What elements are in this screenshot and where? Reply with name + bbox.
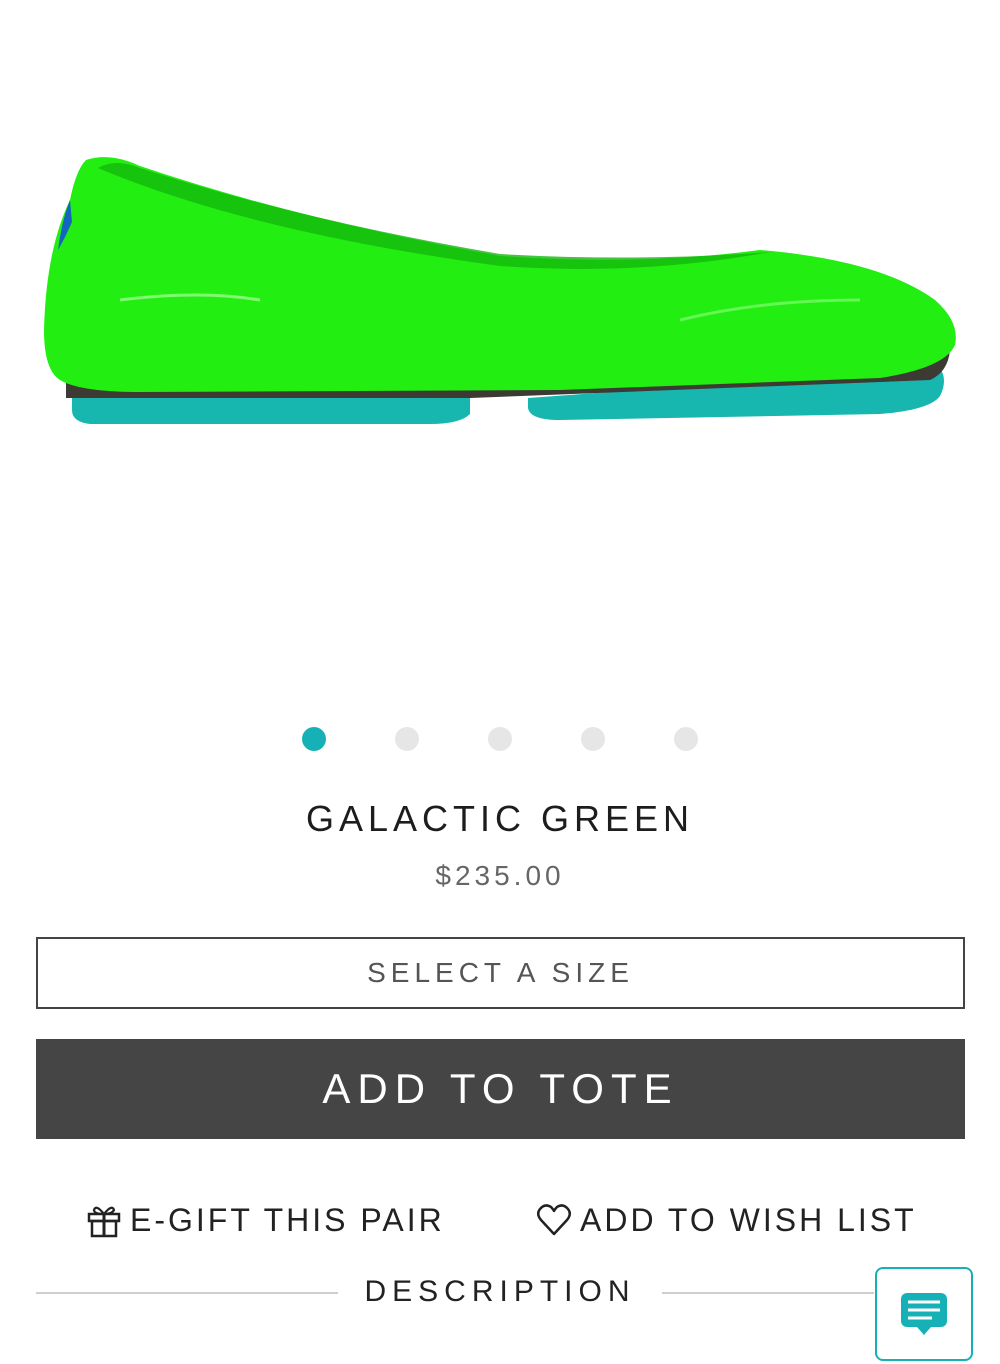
egift-label: E-GIFT THIS PAIR (130, 1201, 445, 1238)
product-image (44, 157, 956, 424)
chat-icon (901, 1293, 947, 1335)
description-divider-right (662, 1292, 874, 1294)
carousel-dot[interactable] (581, 727, 605, 751)
carousel-dot[interactable] (302, 727, 326, 751)
gift-icon (87, 1206, 121, 1238)
carousel-dot[interactable] (674, 727, 698, 751)
carousel-dot[interactable] (488, 727, 512, 751)
size-select-label: SELECT A SIZE (367, 957, 634, 988)
carousel-dots (0, 727, 1000, 753)
carousel-dot[interactable] (395, 727, 419, 751)
heart-icon (537, 1204, 571, 1236)
size-select[interactable]: SELECT A SIZE (36, 937, 965, 1009)
product-price: $235.00 (435, 860, 565, 891)
chat-button[interactable] (875, 1267, 973, 1361)
product-title: GALACTIC GREEN (305, 798, 695, 839)
add-to-wishlist-button[interactable]: ADD TO WISH LIST (536, 1198, 917, 1242)
wishlist-label: ADD TO WISH LIST (580, 1201, 917, 1238)
shoe-sole (72, 396, 470, 424)
add-to-tote-label: ADD TO TOTE (322, 1065, 679, 1112)
add-to-tote-button[interactable]: ADD TO TOTE (36, 1039, 965, 1139)
egift-button[interactable]: E-GIFT THIS PAIR (86, 1198, 445, 1242)
